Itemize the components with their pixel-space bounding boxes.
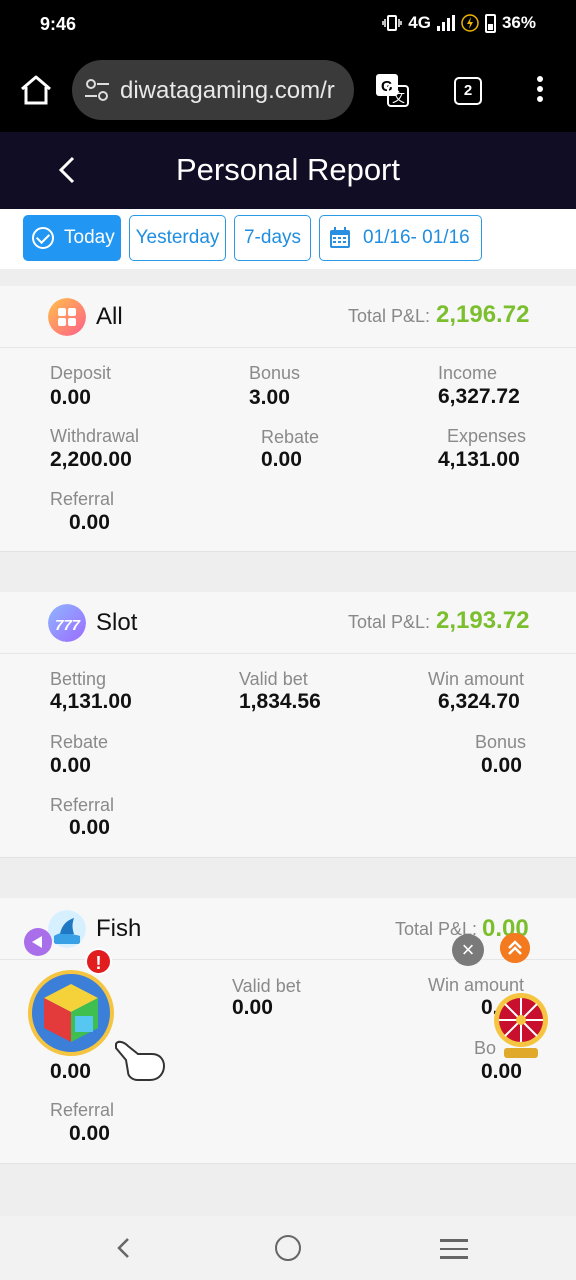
status-bar: 9:46 4G 36%	[0, 0, 576, 50]
date-range-label: 01/16- 01/16	[363, 227, 470, 248]
address-bar[interactable]: diwatagaming.com/r	[72, 60, 354, 120]
win-amount-value: 6,324.70	[438, 690, 520, 713]
deposit-value: 0.00	[50, 386, 91, 409]
calendar-icon	[330, 227, 350, 248]
browser-toolbar: diwatagaming.com/r G文 2	[0, 50, 576, 132]
gift-cube-promo-icon[interactable]	[26, 970, 116, 1056]
home-icon[interactable]	[18, 72, 54, 108]
rebate-value: 0.00	[261, 448, 302, 471]
income-value: 6,327.72	[438, 385, 520, 408]
check-circle-icon	[32, 227, 54, 249]
nav-home-icon[interactable]	[275, 1235, 301, 1261]
total-pl-value: 2,193.72	[436, 607, 530, 634]
date-range-picker[interactable]: 01/16- 01/16	[319, 215, 482, 261]
bonus-value: 0.00	[481, 1060, 522, 1083]
battery-saver-icon	[461, 14, 479, 32]
card-header: All Total P&L: 2,196.72	[0, 286, 576, 348]
income-label: Income	[438, 363, 498, 383]
app-header: Personal Report	[0, 132, 576, 209]
url-text: diwatagaming.com/r	[120, 77, 335, 104]
card-header: 777 Slot Total P&L: 2,193.72	[0, 592, 576, 654]
signal-icon	[436, 15, 455, 31]
referral-value: 0.00	[69, 511, 110, 534]
lucky-wheel-icon[interactable]	[490, 990, 552, 1062]
valid-bet-value: 1,834.56	[239, 690, 321, 713]
betting-value: 4,131.00	[50, 690, 132, 713]
system-nav-bar	[0, 1216, 576, 1280]
bonus-value: 0.00	[481, 754, 522, 777]
bonus-value: 3.00	[249, 386, 290, 409]
win-amount-label: Win amount	[428, 669, 525, 689]
site-settings-icon[interactable]	[84, 78, 110, 102]
filter-today-label: Today	[64, 227, 115, 248]
page-title: Personal Report	[175, 152, 400, 187]
tab-switcher-button[interactable]: 2	[454, 77, 482, 105]
referral-value: 0.00	[69, 1122, 110, 1145]
filter-yesterday-button[interactable]: Yesterday	[129, 215, 226, 261]
valid-bet-label: Valid bet	[239, 669, 308, 689]
expenses-value: 4,131.00	[438, 448, 520, 471]
status-time: 9:46	[40, 14, 77, 34]
valid-bet-label: Valid bet	[232, 976, 301, 996]
network-type: 4G	[408, 13, 431, 32]
valid-bet-value: 0.00	[232, 996, 273, 1019]
referral-label: Referral	[50, 795, 115, 815]
svg-text:777: 777	[55, 617, 81, 634]
bonus-label: Bonus	[475, 732, 527, 752]
rebate-label: Rebate	[261, 427, 320, 447]
translate-icon[interactable]: G文	[374, 72, 410, 108]
slot-777-icon: 777	[48, 604, 86, 642]
expenses-label: Expenses	[447, 426, 527, 446]
grid-category-icon	[48, 298, 86, 336]
report-card-slot: 777 Slot Total P&L: 2,193.72 Betting 4,1…	[0, 592, 576, 858]
pointing-hand-icon	[115, 1040, 166, 1081]
deposit-label: Deposit	[50, 363, 112, 383]
battery-icon	[484, 13, 496, 33]
filter-7days-button[interactable]: 7-days	[234, 215, 311, 261]
bonus-label: Bonus	[249, 363, 301, 383]
report-card-all: All Total P&L: 2,196.72 Deposit 0.00 Bon…	[0, 286, 576, 552]
rebate-value: 0.00	[50, 1060, 91, 1083]
fish-shark-icon	[48, 910, 86, 948]
nav-back-icon[interactable]	[110, 1234, 138, 1262]
card-title: All	[96, 303, 123, 330]
alert-badge: !	[85, 948, 112, 975]
rebate-label: Rebate	[50, 732, 109, 752]
card-title: Fish	[96, 915, 142, 942]
card-header: Fish Total P&L: 0.00	[0, 898, 576, 960]
collapse-left-icon[interactable]	[24, 928, 52, 956]
total-pl-label: Total P&L:	[348, 306, 431, 326]
withdrawal-value: 2,200.00	[50, 448, 132, 471]
date-filter-bar: Today Yesterday 7-days 01/16- 01/16	[0, 209, 576, 269]
total-pl-value: 2,196.72	[436, 301, 530, 328]
battery-level: 36%	[501, 13, 536, 32]
referral-value: 0.00	[69, 816, 110, 839]
referral-label: Referral	[50, 489, 115, 509]
close-promo-button[interactable]: ×	[452, 934, 484, 966]
scroll-top-icon[interactable]	[500, 933, 530, 963]
rebate-value: 0.00	[50, 754, 91, 777]
card-title: Slot	[96, 609, 138, 636]
svg-text:文: 文	[392, 90, 405, 105]
withdrawal-label: Withdrawal	[50, 426, 140, 446]
vibrate-icon	[382, 15, 403, 31]
filter-today-button[interactable]: Today	[23, 215, 121, 261]
referral-label: Referral	[50, 1100, 115, 1120]
total-pl-label: Total P&L:	[348, 612, 431, 632]
nav-recents-icon[interactable]	[440, 1239, 468, 1259]
browser-menu-icon[interactable]	[528, 74, 552, 106]
status-indicators: 4G 36%	[382, 13, 536, 33]
betting-label: Betting	[50, 669, 107, 689]
